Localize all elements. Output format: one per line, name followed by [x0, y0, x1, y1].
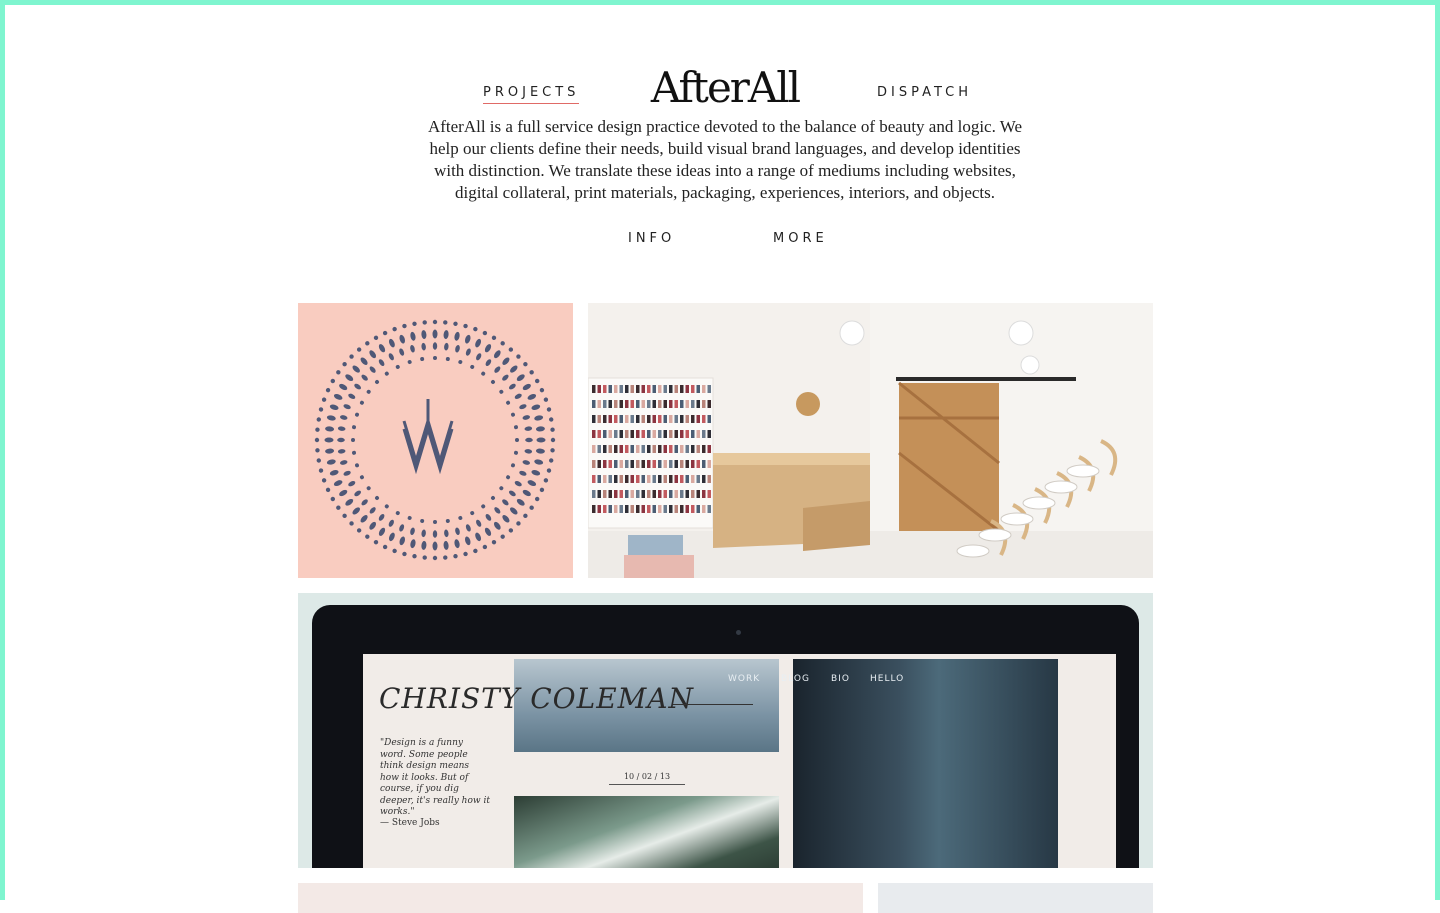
- logo[interactable]: AfterAll: [645, 63, 805, 112]
- site-name: CHRISTY COLEMAN: [379, 682, 695, 715]
- site-quote-author: — Steve Jobs: [380, 818, 440, 828]
- nav-dispatch[interactable]: DISPATCH: [877, 85, 972, 100]
- nav-more[interactable]: MORE: [773, 231, 828, 246]
- project-tile-bottom-right[interactable]: [878, 883, 1153, 913]
- site-date: 10 / 02 / 13: [609, 772, 685, 785]
- site-nav-blog: BLOG: [781, 674, 810, 684]
- site-nav-bio: BIO: [831, 674, 850, 684]
- laptop-camera: [736, 630, 741, 635]
- project-tile-laptop-website[interactable]: CHRISTY COLEMAN WORK BLOG BIO HELLO "Des…: [298, 593, 1153, 868]
- project-tile-salon-interior[interactable]: [588, 303, 1153, 578]
- monogram-logo-icon: [314, 319, 556, 561]
- site-nav-hello: HELLO: [870, 674, 905, 684]
- site-name-rule: [673, 704, 753, 705]
- site-quote: "Design is a funny word. Some people thi…: [380, 738, 490, 817]
- intro-text: AfterAll is a full service design practi…: [427, 117, 1023, 202]
- nav-projects[interactable]: PROJECTS: [483, 85, 580, 104]
- salon-interior-image: [588, 303, 1153, 578]
- site-nav-work: WORK: [728, 674, 761, 684]
- site-photo-palm: [514, 796, 779, 868]
- laptop-screen: CHRISTY COLEMAN WORK BLOG BIO HELLO "Des…: [363, 654, 1116, 868]
- project-tile-bottom-left[interactable]: [298, 883, 863, 913]
- nav-info[interactable]: INFO: [628, 231, 675, 246]
- site-photo-ocean: [793, 659, 1058, 868]
- laptop-frame: CHRISTY COLEMAN WORK BLOG BIO HELLO "Des…: [312, 605, 1139, 868]
- project-tile-monogram[interactable]: [298, 303, 573, 578]
